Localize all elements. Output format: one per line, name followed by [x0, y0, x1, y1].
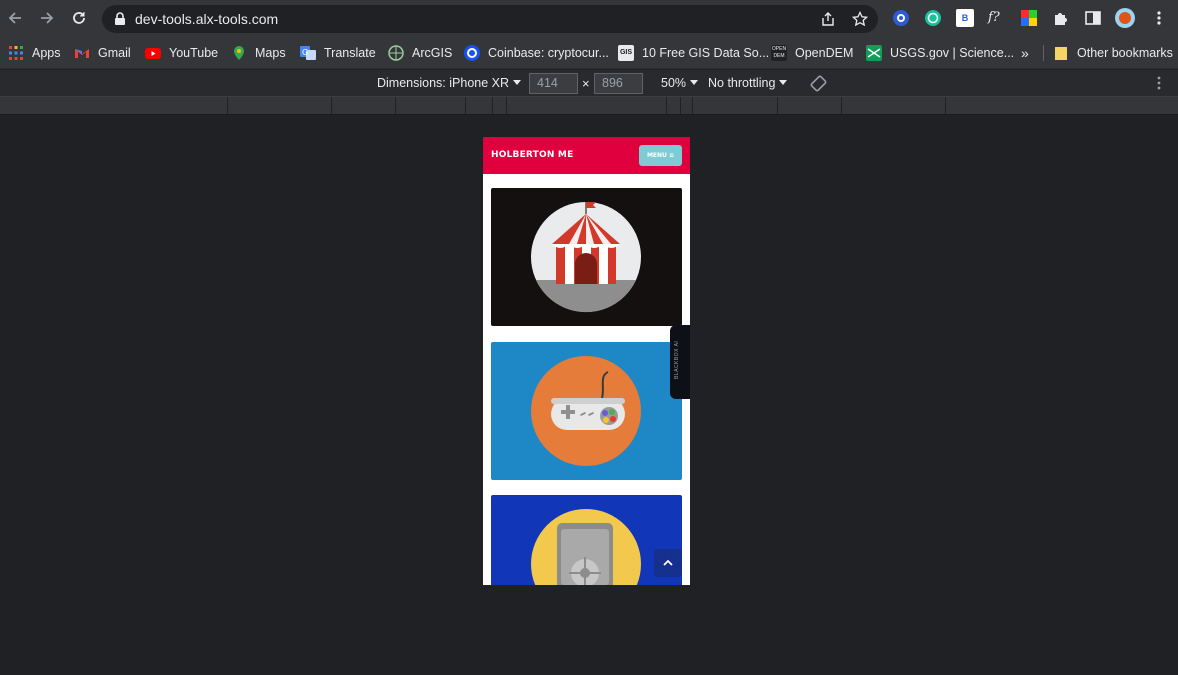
device-width-input[interactable]: 414: [529, 73, 578, 94]
reload-button[interactable]: [68, 7, 90, 29]
bookmarks-bar: Apps Gmail YouTube Maps G Translate ArcG…: [0, 37, 1178, 69]
chevron-up-icon: [663, 559, 673, 566]
device-more-icon[interactable]: [1151, 75, 1167, 91]
gamepad-card[interactable]: [491, 342, 682, 480]
bookmark-apps[interactable]: Apps: [8, 43, 61, 63]
bookmarks-overflow-button[interactable]: »: [1021, 43, 1029, 63]
blackbox-ai-label: BLACKBOX AI: [674, 340, 680, 380]
menu-button[interactable]: MENU ≡: [639, 145, 682, 166]
share-icon[interactable]: [820, 11, 836, 27]
rotate-icon[interactable]: [809, 74, 828, 93]
url-text[interactable]: dev-tools.alx-tools.com: [135, 11, 278, 27]
apps-grid-icon: [9, 46, 23, 60]
folder-icon: [1055, 47, 1067, 60]
back-button[interactable]: [4, 7, 26, 29]
usgs-icon: [866, 45, 882, 61]
times-sign: ×: [582, 76, 590, 91]
arrow-left-icon: [8, 12, 21, 24]
caret-down-icon: [690, 80, 699, 85]
site-header: HOLBERTON ME MENU ≡: [483, 137, 690, 174]
star-icon[interactable]: [852, 11, 868, 27]
forward-button[interactable]: [36, 7, 58, 29]
bookmark-other[interactable]: Other bookmarks: [1053, 43, 1173, 63]
side-panel-icon[interactable]: [1084, 9, 1102, 27]
zoom-select[interactable]: 50%: [661, 76, 699, 90]
reload-icon: [73, 12, 85, 24]
opendem-icon: OPEN DEM: [771, 45, 787, 61]
profile-avatar[interactable]: [1115, 8, 1135, 28]
bookmark-opendem[interactable]: OPEN DEM OpenDEM: [771, 43, 853, 63]
gis-icon: GIS: [618, 45, 634, 61]
maps-icon: [234, 46, 244, 60]
lock-icon: [115, 12, 125, 25]
svg-text:G: G: [302, 48, 308, 57]
bookmark-youtube[interactable]: YouTube: [145, 43, 218, 63]
extension-circle-icon[interactable]: [892, 9, 910, 27]
address-bar[interactable]: dev-tools.alx-tools.com: [102, 5, 878, 33]
device-viewport: HOLBERTON ME MENU ≡: [483, 137, 690, 585]
translate-icon: G: [300, 46, 316, 60]
bookmark-gis-data[interactable]: GIS 10 Free GIS Data So...: [618, 43, 769, 63]
throttling-select[interactable]: No throttling: [708, 76, 788, 90]
grammarly-icon[interactable]: [924, 9, 942, 27]
extension-b-icon[interactable]: B: [956, 9, 974, 27]
device-toolbar: Dimensions: iPhone XR 414 × 896 50% No t…: [0, 70, 1178, 97]
browser-toolbar: dev-tools.alx-tools.com B f?: [0, 0, 1178, 37]
site-title[interactable]: HOLBERTON ME: [491, 150, 573, 160]
color-picker-icon[interactable]: [1020, 9, 1038, 27]
gamepad-icon: [531, 356, 641, 466]
formula-icon[interactable]: f?: [988, 9, 1006, 27]
puzzle-icon[interactable]: [1052, 9, 1070, 27]
device-height-input[interactable]: 896: [594, 73, 643, 94]
caret-down-icon: [779, 80, 788, 85]
circus-tent-icon: [531, 202, 641, 313]
youtube-icon: [145, 48, 161, 59]
scroll-to-top-button[interactable]: [654, 549, 682, 577]
bookmarks-divider: [1043, 45, 1044, 61]
bookmark-maps[interactable]: Maps: [231, 43, 286, 63]
arrow-right-icon: [41, 12, 54, 24]
blackbox-ai-tab[interactable]: BLACKBOX AI: [670, 325, 690, 399]
caret-down-icon: [513, 80, 522, 85]
coinbase-icon: [464, 45, 480, 61]
circus-tent-card[interactable]: [491, 188, 682, 326]
media-query-bar[interactable]: [0, 97, 1178, 115]
bookmark-translate[interactable]: G Translate: [300, 43, 376, 63]
more-menu-icon[interactable]: [1150, 9, 1168, 27]
device-dimensions-select[interactable]: Dimensions: iPhone XR: [377, 76, 522, 90]
bookmark-gmail[interactable]: Gmail: [74, 43, 131, 63]
bookmark-usgs[interactable]: USGS.gov | Science...: [866, 43, 1014, 63]
arcgis-icon: [388, 45, 404, 61]
bookmark-coinbase[interactable]: Coinbase: cryptocur...: [464, 43, 609, 63]
gmail-icon: [75, 49, 89, 58]
bookmark-arcgis[interactable]: ArcGIS: [388, 43, 452, 63]
